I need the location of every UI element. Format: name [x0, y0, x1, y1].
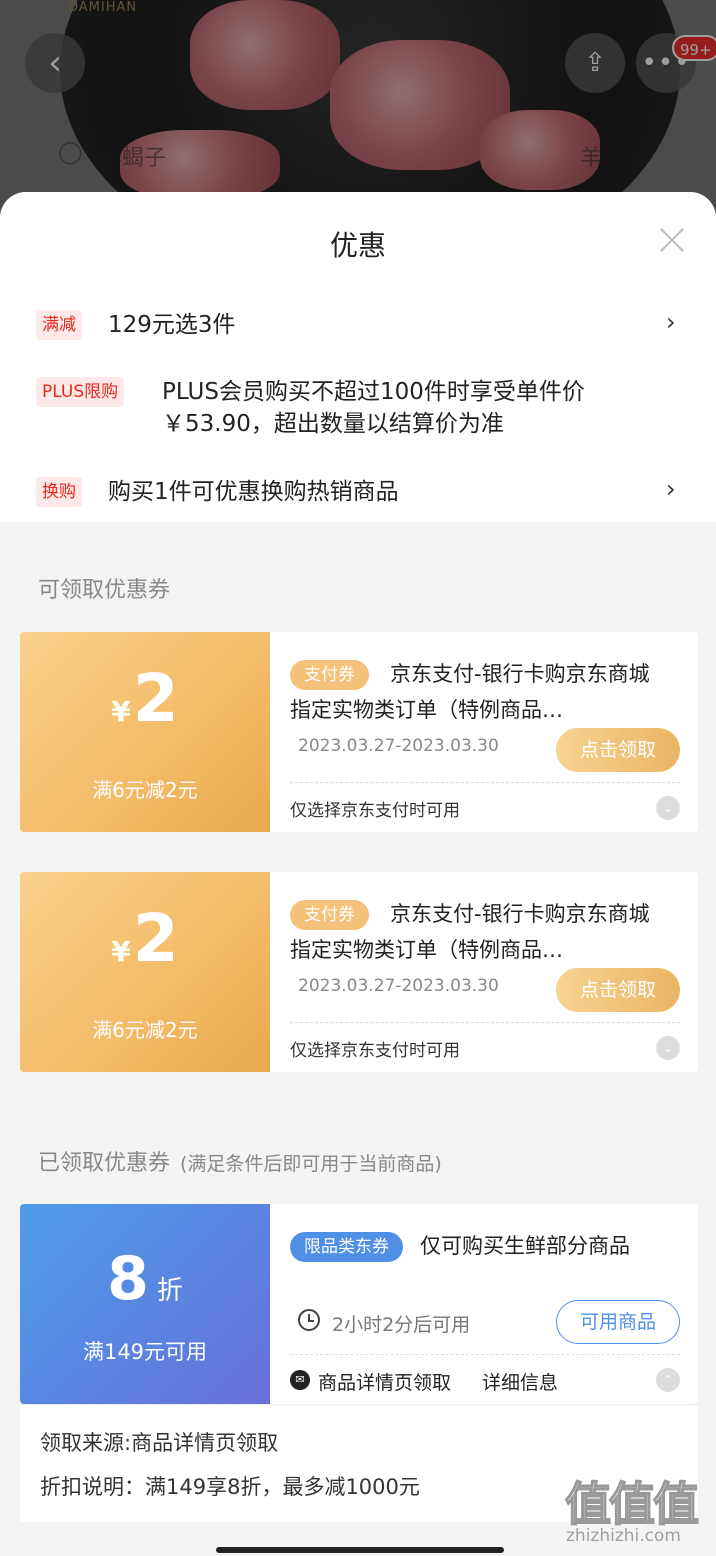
discount-value: 8	[107, 1244, 149, 1314]
coupon-amount: ¥2	[20, 660, 270, 737]
chevron-up-icon[interactable]: ⌃	[656, 1368, 680, 1392]
coupon-date: 2023.03.27-2023.03.30	[298, 976, 499, 996]
coupon-timer: 2小时2分后可用	[332, 1314, 471, 1336]
promo-text: 129元选3件	[108, 312, 236, 338]
coupon-discount: 8折	[20, 1244, 270, 1314]
claimed-hint: (满足条件后即可用于当前商品)	[180, 1153, 442, 1175]
discount-unit: 折	[156, 1276, 183, 1306]
claim-button[interactable]: 点击领取	[556, 728, 680, 772]
promotion-list: 优惠 满减 129元选3件 › PLUS限购 PLUS会员购买不超过100件时享…	[0, 192, 716, 522]
close-icon[interactable]	[658, 226, 686, 254]
coupon-condition: 满149元可用	[82, 1340, 208, 1364]
source-line: 领取来源:商品详情页领取	[40, 1431, 279, 1455]
chevron-right-icon: ›	[666, 308, 676, 336]
discount-line: 折扣说明：满149享8折，最多减1000元	[40, 1475, 420, 1499]
coupon-value-panel: 8折 满149元可用	[20, 1204, 270, 1404]
home-indicator[interactable]	[216, 1547, 504, 1553]
claimed-coupons-label: 已领取优惠券 (满足条件后即可用于当前商品)	[38, 1145, 442, 1177]
coupon-note: 仅选择京东支付时可用	[290, 801, 460, 821]
coupon-card: ¥2 满6元减2元 支付券 京东支付-银行卡购京东商城指定实物类订单（特例商品……	[20, 632, 698, 832]
watermark-url: zhizhizhi.com	[566, 1526, 681, 1546]
promo-tag: 满减	[36, 310, 82, 340]
claim-button[interactable]: 点击领取	[556, 968, 680, 1012]
claimed-coupon-card: 8折 满149元可用 限品类东券 仅可购买生鲜部分商品 2小时2分后可用 可用商…	[20, 1204, 698, 1404]
coupon-condition: 满6元减2元	[92, 1018, 198, 1042]
available-coupons-label: 可领取优惠券	[38, 578, 171, 603]
promo-tag: 换购	[36, 477, 82, 507]
source-icon: ✉	[290, 1370, 310, 1390]
coupon-date: 2023.03.27-2023.03.30	[298, 736, 499, 756]
chevron-right-icon: ›	[666, 475, 676, 503]
divider	[290, 782, 680, 783]
watermark: 值值值	[564, 1476, 700, 1532]
coupon-amount-value: 2	[132, 900, 179, 977]
coupon-value-panel: ¥2 满6元减2元	[20, 632, 270, 832]
promotion-sheet: 优惠 满减 129元选3件 › PLUS限购 PLUS会员购买不超过100件时享…	[0, 192, 716, 1556]
currency-symbol: ¥	[111, 695, 131, 728]
coupon-details: 限品类东券 仅可购买生鲜部分商品 2小时2分后可用 可用商品 ✉ 商品详情页领取…	[270, 1204, 698, 1404]
clock-icon	[298, 1309, 320, 1331]
coupon-condition: 满6元减2元	[92, 778, 198, 802]
available-products-button[interactable]: 可用商品	[556, 1300, 680, 1344]
coupon-card: ¥2 满6元减2元 支付券 京东支付-银行卡购京东商城指定实物类订单（特例商品……	[20, 872, 698, 1072]
detail-info-link[interactable]: 详细信息	[482, 1368, 558, 1395]
coupon-details: 支付券 京东支付-银行卡购京东商城指定实物类订单（特例商品… 2023.03.2…	[270, 632, 698, 832]
coupon-amount: ¥2	[20, 900, 270, 977]
coupon-description: 京东支付-银行卡购京东商城指定实物类订单（特例商品…	[290, 902, 650, 962]
promo-tag: PLUS限购	[36, 377, 125, 407]
coupon-details: 支付券 京东支付-银行卡购京东商城指定实物类订单（特例商品… 2023.03.2…	[270, 872, 698, 1072]
chevron-down-icon[interactable]: ⌄	[656, 796, 680, 820]
coupon-description: 京东支付-银行卡购京东商城指定实物类订单（特例商品…	[290, 662, 650, 722]
claimed-label-text: 已领取优惠券	[38, 1151, 171, 1176]
promo-text: PLUS会员购买不超过100件时享受单件价	[162, 379, 585, 405]
coupon-source: 商品详情页领取	[318, 1372, 452, 1394]
divider	[290, 1022, 680, 1023]
sheet-title: 优惠	[329, 229, 386, 262]
currency-symbol: ¥	[111, 935, 131, 968]
coupon-value-panel: ¥2 满6元减2元	[20, 872, 270, 1072]
coupon-amount-value: 2	[132, 660, 179, 737]
coupon-note: 仅选择京东支付时可用	[290, 1041, 460, 1061]
divider	[290, 1354, 680, 1355]
coupon-description: 仅可购买生鲜部分商品	[420, 1234, 630, 1258]
promo-text: 购买1件可优惠换购热销商品	[108, 479, 399, 505]
promo-text: ￥53.90，超出数量以结算价为准	[162, 411, 504, 437]
chevron-down-icon[interactable]: ⌄	[656, 1036, 680, 1060]
